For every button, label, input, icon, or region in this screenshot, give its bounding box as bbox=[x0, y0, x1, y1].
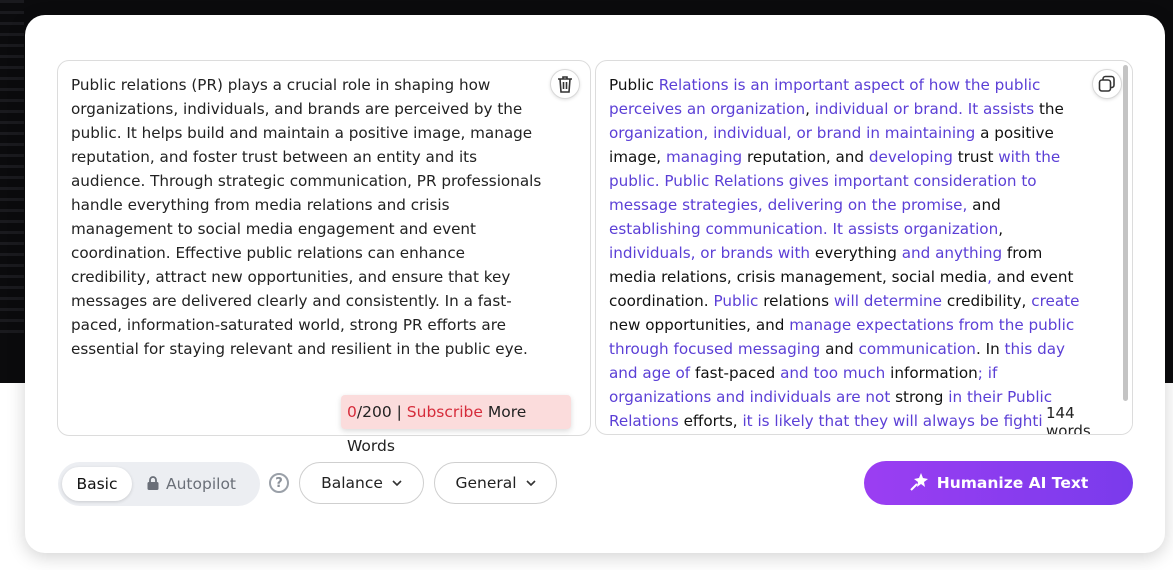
text-segment: everything bbox=[810, 244, 902, 262]
background-decoration bbox=[0, 0, 24, 340]
text-segment: credibility, bbox=[942, 292, 1032, 310]
text-segment: efforts, bbox=[678, 412, 743, 430]
changed-text-segment: create bbox=[1031, 292, 1080, 310]
general-dropdown[interactable]: General bbox=[434, 462, 557, 504]
lock-icon bbox=[147, 476, 159, 490]
text-segment: . In bbox=[975, 340, 1005, 358]
word-count: 144 words bbox=[1042, 402, 1132, 434]
text-segment: reputation, and bbox=[742, 148, 869, 166]
mode-autopilot-button[interactable]: Autopilot bbox=[146, 467, 254, 501]
trash-icon bbox=[558, 76, 572, 93]
text-segment: Public bbox=[609, 76, 659, 94]
input-textarea[interactable]: Public relations (PR) plays a crucial ro… bbox=[71, 73, 549, 361]
changed-text-segment: developing bbox=[868, 148, 953, 166]
balance-dropdown-label: Balance bbox=[321, 474, 383, 492]
changed-text-segment: and anything bbox=[901, 244, 1003, 262]
balance-dropdown[interactable]: Balance bbox=[299, 462, 424, 504]
chevron-down-icon bbox=[392, 480, 402, 486]
text-segment: and bbox=[820, 340, 859, 358]
output-text: Public Relations is an important aspect … bbox=[609, 73, 1087, 434]
changed-text-segment: Public bbox=[713, 292, 759, 310]
clear-button[interactable] bbox=[550, 69, 580, 99]
text-segment: and bbox=[967, 196, 1001, 214]
sparkle-icon bbox=[910, 473, 928, 491]
changed-text-segment: organization, individual, or brand in ma… bbox=[609, 124, 976, 142]
output-scrollbar[interactable] bbox=[1123, 65, 1128, 401]
changed-text-segment: establishing communication. It assists o… bbox=[609, 220, 999, 238]
subscribe-link[interactable]: Subscribe bbox=[407, 403, 483, 421]
copy-button[interactable] bbox=[1092, 69, 1122, 99]
mode-autopilot-label: Autopilot bbox=[166, 475, 236, 493]
copy-icon bbox=[1098, 75, 1115, 92]
word-limit-counter: 0/200 | Subscribe More Words bbox=[341, 395, 571, 455]
mode-toggle: Basic Autopilot bbox=[58, 462, 260, 506]
output-panel[interactable]: Public Relations is an important aspect … bbox=[595, 60, 1133, 435]
text-segment: information bbox=[885, 364, 978, 382]
humanize-button[interactable]: Humanize AI Text bbox=[864, 461, 1133, 505]
changed-text-segment: individual or brand. It assists bbox=[814, 100, 1035, 118]
text-segment: new opportunities, and bbox=[609, 316, 790, 334]
humanize-button-label: Humanize AI Text bbox=[936, 474, 1089, 492]
counter-used: 0 bbox=[347, 403, 357, 421]
changed-text-segment: communication bbox=[858, 340, 976, 358]
chevron-down-icon bbox=[525, 480, 536, 486]
text-segment: trust bbox=[952, 148, 999, 166]
general-dropdown-label: General bbox=[455, 474, 517, 492]
mode-basic-button[interactable]: Basic bbox=[62, 467, 132, 501]
text-segment: strong bbox=[890, 388, 949, 406]
changed-text-segment: and too much bbox=[780, 364, 886, 382]
help-icon[interactable]: ? bbox=[269, 473, 289, 493]
changed-text-segment: individuals, or brands with bbox=[609, 244, 811, 262]
counter-limit: /200 | bbox=[356, 403, 402, 421]
input-panel[interactable]: Public relations (PR) plays a crucial ro… bbox=[57, 60, 591, 436]
text-segment: relations bbox=[758, 292, 834, 310]
humanizer-card: Public relations (PR) plays a crucial ro… bbox=[25, 15, 1165, 553]
changed-text-segment: managing bbox=[665, 148, 743, 166]
changed-text-segment: will determine bbox=[833, 292, 943, 310]
text-segment: , bbox=[805, 100, 815, 118]
text-segment: , bbox=[998, 220, 1004, 238]
text-segment: fast-paced bbox=[690, 364, 781, 382]
text-segment: the bbox=[1034, 100, 1064, 118]
